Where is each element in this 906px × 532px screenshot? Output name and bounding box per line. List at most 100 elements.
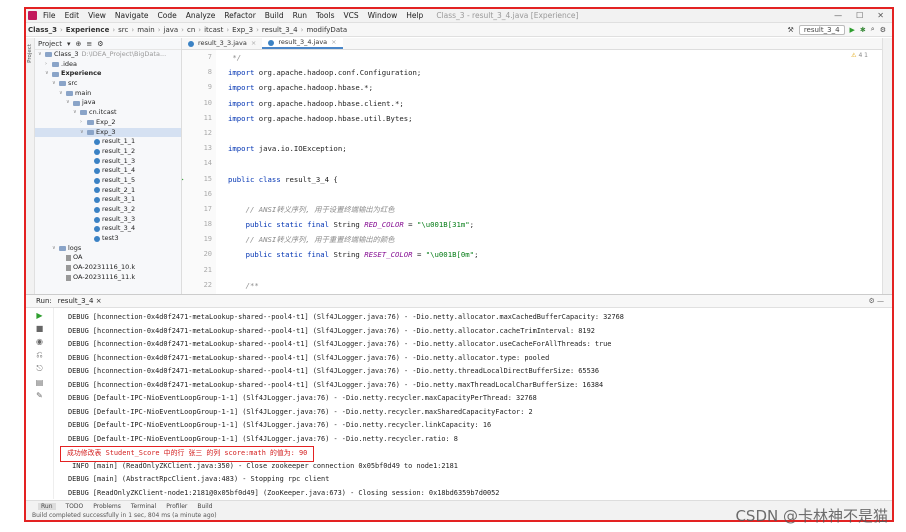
tool-window-profiler[interactable]: Profiler bbox=[166, 503, 187, 510]
tree-item[interactable]: ∨ src bbox=[35, 79, 181, 89]
tree-item[interactable]: ∨ cn.itcast bbox=[35, 108, 181, 118]
tree-item[interactable]: result_1_4 bbox=[35, 166, 181, 176]
search-icon[interactable]: ⌕ bbox=[871, 25, 875, 34]
editor-tab[interactable]: result_3_3.java × bbox=[182, 38, 262, 49]
tree-item[interactable]: ∨ Experience bbox=[35, 69, 181, 79]
tree-item[interactable]: › Exp_2 bbox=[35, 118, 181, 128]
menu-item-tools[interactable]: Tools bbox=[316, 11, 334, 20]
menu-item-edit[interactable]: Edit bbox=[65, 11, 80, 20]
tree-item[interactable]: › .idea bbox=[35, 60, 181, 70]
tree-item[interactable]: OA-20231116_11.k bbox=[35, 273, 181, 283]
tree-item[interactable]: OA bbox=[35, 253, 181, 263]
menu-item-refactor[interactable]: Refactor bbox=[224, 11, 255, 20]
breadcrumb-item[interactable]: itcast bbox=[204, 26, 223, 34]
gear-icon[interactable]: ⚙ bbox=[97, 40, 103, 48]
tool-window-build[interactable]: Build bbox=[197, 503, 212, 510]
chevron-down-icon[interactable]: ∨ bbox=[59, 89, 66, 99]
menu-item-view[interactable]: View bbox=[88, 11, 106, 20]
tree-item[interactable]: result_3_1 bbox=[35, 195, 181, 205]
breadcrumb-item[interactable]: result_3_4 bbox=[262, 26, 298, 34]
tree-item[interactable]: ∨ logs bbox=[35, 244, 181, 254]
chevron-down-icon[interactable]: ∨ bbox=[45, 69, 52, 79]
line-number: 21 bbox=[182, 263, 212, 278]
chevron-down-icon[interactable]: ∨ bbox=[80, 128, 87, 138]
chevron-down-icon[interactable]: ∨ bbox=[73, 108, 80, 118]
run-config-select[interactable]: result_3_4 bbox=[798, 24, 845, 35]
exit-icon[interactable]: ⎋ bbox=[36, 364, 42, 374]
tree-item[interactable]: ∨ main bbox=[35, 89, 181, 99]
run-icon[interactable]: ▶ bbox=[850, 26, 855, 34]
project-tool-tab[interactable]: Project bbox=[27, 44, 33, 63]
tool-window-problems[interactable]: Problems bbox=[93, 503, 121, 510]
locate-icon[interactable]: ⊕ bbox=[75, 40, 81, 48]
tree-item[interactable]: result_1_1 bbox=[35, 137, 181, 147]
breadcrumb-item[interactable]: Class_3 bbox=[28, 26, 57, 34]
console-output[interactable]: DEBUG [hconnection-0x4d0f2471-metaLookup… bbox=[54, 308, 892, 499]
tree-item[interactable]: ∨ Exp_3 bbox=[35, 127, 181, 138]
layout-icon[interactable]: ▤ bbox=[36, 378, 44, 387]
breadcrumb-item[interactable]: src bbox=[118, 26, 128, 34]
collapse-icon[interactable]: ≡ bbox=[86, 40, 92, 48]
folder-icon bbox=[73, 100, 80, 106]
chevron-right-icon[interactable]: › bbox=[80, 118, 87, 128]
settings-icon[interactable]: ⚙ bbox=[880, 26, 886, 34]
chevron-down-icon[interactable]: ∨ bbox=[66, 98, 73, 108]
tree-item[interactable]: result_1_2 bbox=[35, 147, 181, 157]
breadcrumb-item[interactable]: cn bbox=[187, 26, 195, 34]
tree-item[interactable]: result_3_2 bbox=[35, 205, 181, 215]
tree-item[interactable]: result_3_3 bbox=[35, 215, 181, 225]
code-content[interactable]: */ import org.apache.hadoop.conf.Configur… bbox=[216, 50, 882, 294]
tool-window-run[interactable]: Run bbox=[38, 502, 56, 510]
pin-icon[interactable]: ✎ bbox=[36, 391, 43, 400]
menu-item-window[interactable]: Window bbox=[368, 11, 398, 20]
breadcrumb-item[interactable]: modifyData bbox=[306, 26, 347, 34]
tool-window-todo[interactable]: TODO bbox=[66, 503, 84, 510]
close-button[interactable]: ✕ bbox=[877, 11, 884, 20]
run-tab[interactable]: result_3_4 × bbox=[58, 297, 102, 305]
chevron-down-icon[interactable]: ▾ bbox=[67, 40, 71, 48]
restore-icon[interactable]: ⎌ bbox=[36, 350, 42, 360]
tree-item[interactable]: ∨ java bbox=[35, 98, 181, 108]
run-settings-icon[interactable]: ⚙ — bbox=[868, 297, 884, 305]
chevron-right-icon[interactable]: › bbox=[45, 60, 52, 70]
editor-tab[interactable]: result_3_4.java × bbox=[262, 38, 343, 49]
inspection-widget[interactable]: ⚠ 4 1 bbox=[851, 52, 868, 59]
close-tab-icon[interactable]: × bbox=[251, 38, 256, 49]
rerun-icon[interactable]: ▶ bbox=[36, 311, 42, 320]
tree-item[interactable]: result_1_3 bbox=[35, 157, 181, 167]
project-header-label[interactable]: Project bbox=[38, 40, 62, 48]
stop-icon[interactable]: ■ bbox=[36, 324, 44, 333]
tree-item[interactable]: test3 bbox=[35, 234, 181, 244]
chevron-down-icon[interactable]: ∨ bbox=[52, 79, 59, 89]
tree-item[interactable]: result_1_5 bbox=[35, 176, 181, 186]
tree-item[interactable]: OA-20231116_10.k bbox=[35, 263, 181, 273]
hammer-icon[interactable]: ⚒ bbox=[788, 26, 794, 34]
tool-window-terminal[interactable]: Terminal bbox=[131, 503, 156, 510]
tree-item-label: result_1_2 bbox=[102, 146, 136, 155]
menu-item-file[interactable]: File bbox=[43, 11, 56, 20]
tree-item[interactable]: result_3_4 bbox=[35, 224, 181, 234]
menu-item-run[interactable]: Run bbox=[293, 11, 307, 20]
menu-item-vcs[interactable]: VCS bbox=[343, 11, 358, 20]
menu-item-code[interactable]: Code bbox=[158, 11, 177, 20]
close-tab-icon[interactable]: × bbox=[331, 38, 336, 48]
minimize-button[interactable]: — bbox=[834, 11, 842, 20]
camera-icon[interactable]: ◉ bbox=[36, 337, 43, 346]
chevron-down-icon[interactable]: ∨ bbox=[38, 50, 45, 60]
menu-item-navigate[interactable]: Navigate bbox=[115, 11, 149, 20]
debug-icon[interactable]: ✱ bbox=[860, 26, 866, 34]
tree-item[interactable]: ∨ Class_3 D:\IDEA_Project\BigData... bbox=[35, 50, 181, 60]
chevron-down-icon[interactable]: ∨ bbox=[52, 244, 59, 254]
breadcrumb-item[interactable]: main bbox=[137, 26, 155, 34]
run-gutter-icon[interactable]: ▶ bbox=[182, 172, 184, 187]
menu-item-build[interactable]: Build bbox=[265, 11, 284, 20]
breadcrumb-item[interactable]: java bbox=[164, 26, 179, 34]
breadcrumb-item[interactable]: Exp_3 bbox=[232, 26, 253, 34]
tree-item[interactable]: result_2_1 bbox=[35, 186, 181, 196]
run-toolbar: ▶ ■ ◉ ⎌ ⎋ ▤ ✎ bbox=[26, 308, 54, 499]
menu-item-analyze[interactable]: Analyze bbox=[186, 11, 216, 20]
file-icon bbox=[66, 274, 71, 281]
menu-item-help[interactable]: Help bbox=[406, 11, 423, 20]
breadcrumb-item[interactable]: Experience bbox=[66, 26, 110, 34]
maximize-button[interactable]: ☐ bbox=[856, 11, 863, 20]
